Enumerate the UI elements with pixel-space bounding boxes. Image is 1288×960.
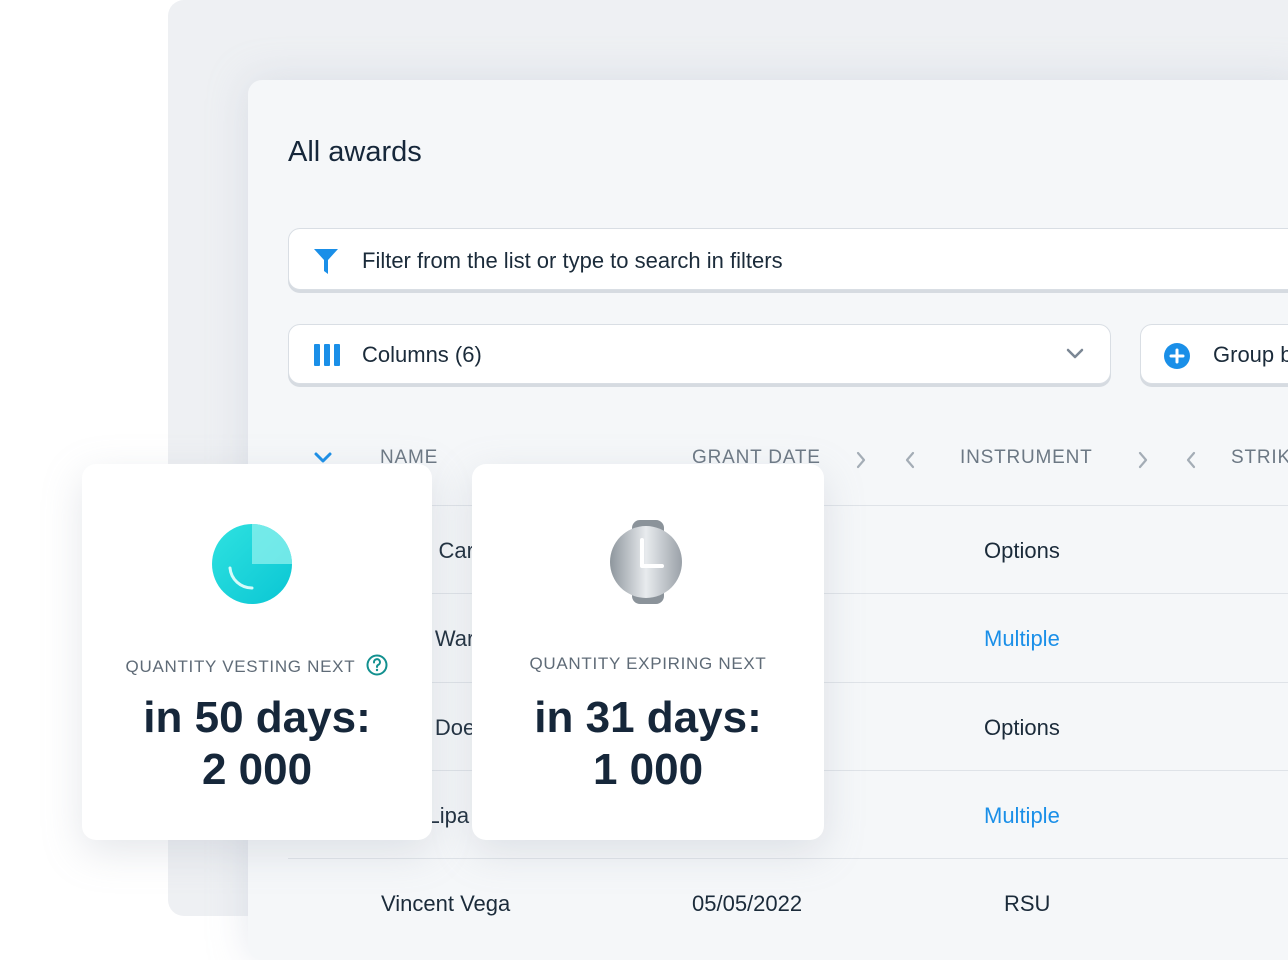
columns-icon <box>313 344 341 371</box>
cell-instrument: Options <box>984 538 1060 563</box>
chevron-down-icon <box>1065 347 1085 366</box>
chevron-left-icon[interactable] <box>1184 450 1198 475</box>
expiring-quantity: 1 000 <box>592 745 704 794</box>
chevron-right-icon[interactable] <box>1136 450 1150 475</box>
quantity-vesting-card: QUANTITY VESTING NEXT in 50 days: 2 000 <box>82 464 432 840</box>
chevron-right-icon[interactable] <box>854 450 868 475</box>
vesting-quantity: 2 000 <box>201 745 313 794</box>
help-icon[interactable] <box>366 654 388 681</box>
cell-instrument-link[interactable]: Multiple <box>984 626 1060 652</box>
cell-instrument-link[interactable]: Multiple <box>984 803 1060 829</box>
cell-grant-date: 05/05/2022 <box>692 891 803 916</box>
vesting-label: QUANTITY VESTING NEXT <box>82 654 432 681</box>
filter-icon <box>313 247 339 280</box>
filter-placeholder: Filter from the list or type to search i… <box>362 248 783 273</box>
chevron-left-icon[interactable] <box>903 450 917 475</box>
header-strike[interactable]: STRIKE <box>1231 447 1288 469</box>
group-by-label: Group by <box>1213 342 1288 367</box>
columns-dropdown[interactable]: Columns (6) <box>288 324 1111 384</box>
vesting-value: in 50 days: 2 000 <box>82 692 432 796</box>
page-title: All awards <box>288 136 422 168</box>
vesting-label-text: QUANTITY VESTING NEXT <box>125 656 355 676</box>
expiring-value: in 31 days: 1 000 <box>472 692 824 796</box>
cell-name: Vincent Vega <box>381 891 511 916</box>
group-by-button[interactable]: Group by <box>1140 324 1288 384</box>
quantity-expiring-card: QUANTITY EXPIRING NEXT in 31 days: 1 000 <box>472 464 824 840</box>
pie-chart-icon <box>212 522 294 611</box>
expiring-label: QUANTITY EXPIRING NEXT <box>529 654 767 673</box>
vesting-days: in 50 days: <box>143 693 371 742</box>
cell-instrument: Options <box>984 715 1060 740</box>
columns-label: Columns (6) <box>362 342 482 367</box>
row-divider <box>288 858 1288 859</box>
expiring-days: in 31 days: <box>534 693 762 742</box>
filter-search-input[interactable]: Filter from the list or type to search i… <box>288 228 1288 290</box>
cell-instrument: RSU <box>1004 891 1051 916</box>
watch-icon <box>608 520 688 609</box>
header-instrument[interactable]: INSTRUMENT <box>960 447 1093 469</box>
plus-circle-icon <box>1163 342 1191 375</box>
